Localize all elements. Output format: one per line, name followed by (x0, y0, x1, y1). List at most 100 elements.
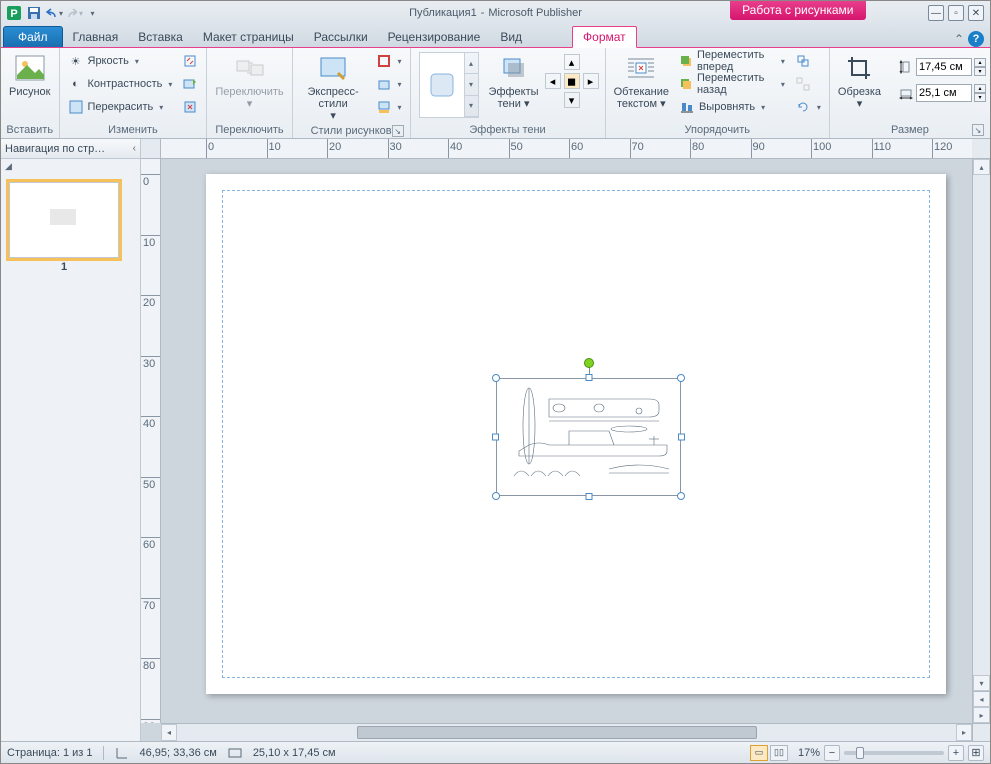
tab-home[interactable]: Главная (63, 27, 129, 47)
tab-format[interactable]: Формат (572, 26, 637, 48)
rotation-handle[interactable] (584, 358, 594, 368)
navigation-header[interactable]: Навигация по стр… ‹ (1, 139, 140, 159)
width-field[interactable]: ▴▾ (898, 82, 986, 104)
width-input[interactable] (916, 84, 972, 102)
tab-review[interactable]: Рецензирование (378, 27, 491, 47)
horizontal-ruler[interactable]: 0102030405060708090100110120130 (161, 139, 972, 159)
ungroup-button[interactable] (791, 73, 825, 95)
nudge-left-icon[interactable]: ◂ (545, 73, 561, 89)
height-field[interactable]: ▴▾ (898, 56, 986, 78)
resize-handle-ne[interactable] (677, 374, 685, 382)
page[interactable] (206, 174, 946, 694)
tab-page-layout[interactable]: Макет страницы (193, 27, 304, 47)
vertical-ruler[interactable]: 0102030405060708090 (141, 159, 161, 723)
status-page[interactable]: Страница: 1 из 1 (7, 747, 93, 759)
view-two-page-button[interactable]: ▯▯ (770, 745, 788, 761)
group-button[interactable] (791, 50, 825, 72)
rotate-button[interactable] (791, 96, 825, 118)
tab-file[interactable]: Файл (3, 26, 63, 47)
picture-shape-button[interactable] (372, 73, 406, 95)
gallery-up-icon[interactable]: ▴ (465, 53, 478, 74)
vertical-scrollbar[interactable]: ▴ ▾ ◂ ▸ (972, 159, 990, 723)
undo-icon[interactable] (45, 4, 63, 22)
nudge-up-icon[interactable]: ▴ (564, 54, 580, 70)
zoom-control: 17% − + ⊞ (798, 745, 984, 761)
zoom-out-button[interactable]: − (824, 745, 840, 761)
shadow-toggle-icon[interactable]: ◼ (564, 73, 580, 89)
spinner-down-icon[interactable]: ▾ (974, 93, 986, 102)
ruler-corner[interactable] (141, 139, 161, 159)
compress-pictures-button[interactable] (178, 50, 202, 72)
zoom-slider[interactable] (844, 751, 944, 755)
spinner-down-icon[interactable]: ▾ (974, 67, 986, 76)
view-single-button[interactable]: ▭ (750, 745, 768, 761)
align-button[interactable]: Выровнять (675, 96, 789, 118)
window-title: Публикация1 - Microsoft Publisher (409, 7, 582, 19)
redo-icon[interactable] (65, 4, 83, 22)
shadow-effects-menu[interactable]: Эффекты тени ▾ (485, 50, 543, 112)
prev-page-icon[interactable]: ◂ (973, 691, 990, 707)
collapse-pane-icon[interactable]: ‹ (133, 143, 136, 154)
height-input[interactable] (916, 58, 972, 76)
horizontal-scrollbar[interactable]: ◂ ▸ (161, 723, 972, 741)
nudge-down-icon[interactable]: ▾ (564, 92, 580, 108)
status-bar: Страница: 1 из 1 46,95; 33,36 см 25,10 x… (1, 741, 990, 763)
minimize-ribbon-icon[interactable]: ⌃ (954, 32, 964, 46)
save-icon[interactable] (25, 4, 43, 22)
styles-icon (317, 52, 349, 84)
nudge-right-icon[interactable]: ▸ (583, 73, 599, 89)
recolor-button[interactable]: Перекрасить (64, 96, 177, 118)
tab-mailings[interactable]: Рассылки (304, 27, 378, 47)
dialog-launcher-icon[interactable]: ↘ (972, 124, 984, 136)
caption-button[interactable] (372, 96, 406, 118)
spinner-up-icon[interactable]: ▴ (974, 58, 986, 67)
zoom-whole-page-button[interactable]: ⊞ (968, 745, 984, 761)
dialog-launcher-icon[interactable]: ↘ (392, 125, 404, 137)
brightness-button[interactable]: ☀Яркость (64, 50, 177, 72)
resize-handle-nw[interactable] (492, 374, 500, 382)
maximize-button[interactable]: ▫ (948, 5, 964, 21)
scroll-thumb[interactable] (357, 726, 757, 739)
reset-picture-button[interactable] (178, 96, 202, 118)
contrast-button[interactable]: ◐Контрастность (64, 73, 177, 95)
close-button[interactable]: ✕ (968, 5, 984, 21)
minimize-button[interactable]: — (928, 5, 944, 21)
gallery-more-icon[interactable]: ▾ (465, 96, 478, 117)
wrap-text-button[interactable]: Обтекание текстом ▾ (610, 50, 673, 112)
change-picture-button[interactable] (178, 73, 202, 95)
send-backward-button[interactable]: Переместить назад (675, 73, 789, 95)
shadow-gallery[interactable]: ▴▾▾ (419, 52, 479, 118)
zoom-in-button[interactable]: + (948, 745, 964, 761)
resize-handle-s[interactable] (585, 493, 592, 500)
zoom-slider-handle[interactable] (856, 747, 864, 759)
next-page-icon[interactable]: ▸ (973, 707, 990, 723)
scroll-right-icon[interactable]: ▸ (956, 724, 972, 741)
resize-handle-se[interactable] (677, 492, 685, 500)
zoom-level[interactable]: 17% (798, 747, 820, 759)
resize-handle-e[interactable] (678, 434, 685, 441)
page-thumbnail[interactable]: 1 (9, 182, 119, 258)
scroll-down-icon[interactable]: ▾ (973, 675, 990, 691)
quick-styles-button[interactable]: Экспресс-стили▾ (297, 50, 370, 124)
qat-customize-icon[interactable] (85, 4, 95, 22)
resize-handle-n[interactable] (585, 374, 592, 381)
group-label-arrange: Упорядочить (610, 123, 825, 138)
bring-forward-button[interactable]: Переместить вперед (675, 50, 789, 72)
help-icon[interactable]: ? (968, 31, 984, 47)
canvas[interactable] (161, 159, 972, 723)
spinner-up-icon[interactable]: ▴ (974, 84, 986, 93)
gallery-down-icon[interactable]: ▾ (465, 74, 478, 95)
tab-view[interactable]: Вид (490, 27, 532, 47)
scroll-up-icon[interactable]: ▴ (973, 159, 990, 175)
tab-insert[interactable]: Вставка (128, 27, 193, 47)
shadow-effects-button[interactable]: ▴▾▾ (415, 50, 483, 120)
crop-button[interactable]: Обрезка▾ (834, 50, 885, 112)
selected-picture[interactable] (496, 378, 681, 496)
picture-border-button[interactable] (372, 50, 406, 72)
resize-handle-sw[interactable] (492, 492, 500, 500)
insert-picture-button[interactable]: Рисунок (5, 50, 55, 100)
resize-handle-w[interactable] (492, 434, 499, 441)
app-icon[interactable]: P (5, 4, 23, 22)
scroll-left-icon[interactable]: ◂ (161, 724, 177, 741)
section-toggle-icon[interactable]: ◢ (1, 159, 140, 174)
